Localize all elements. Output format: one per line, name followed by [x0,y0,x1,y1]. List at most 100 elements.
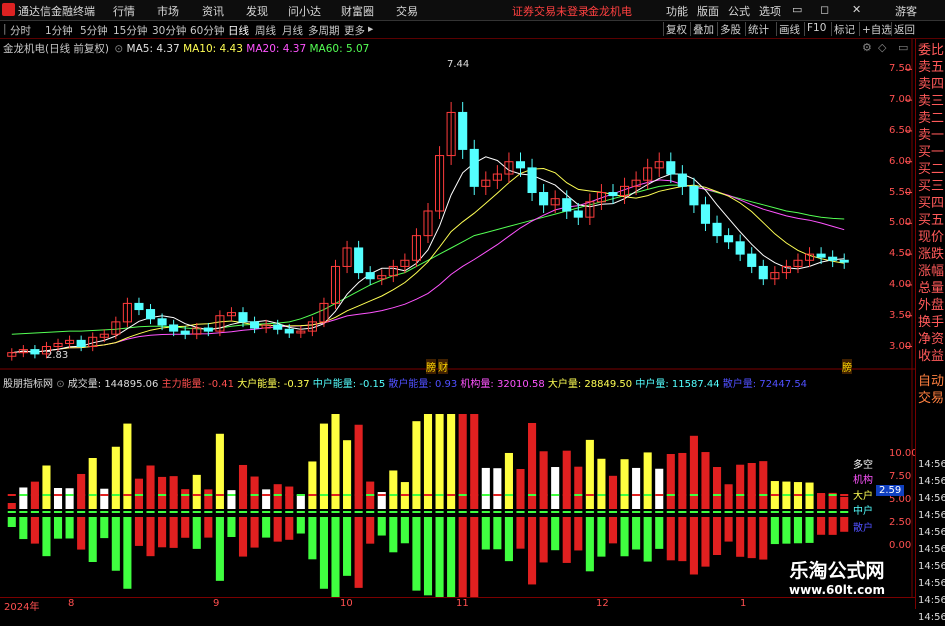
tool-back[interactable]: 返回 [891,22,917,36]
indicator-level-dash [551,511,560,513]
menu-function[interactable]: 功能 [666,3,688,19]
tool-add-watchlist[interactable]: +自选 [859,22,894,36]
quote-panel-label[interactable]: 交易 [918,391,944,407]
menu-item-trade[interactable]: 交易 [396,3,418,19]
period-1min[interactable]: 1分钟 [45,23,73,38]
quote-panel-label[interactable]: 买三 [918,179,944,195]
indicator-bar-lower [493,517,502,550]
indicator-bar-lower [308,517,317,560]
candle-body [666,161,676,175]
quote-panel-label[interactable]: 卖二 [918,111,944,127]
period-monthly[interactable]: 月线 [282,23,303,38]
indicator-level-dash [123,511,132,513]
period-weekly[interactable]: 周线 [255,23,276,38]
menu-item-news[interactable]: 资讯 [202,3,224,19]
period-more-chevron-icon[interactable]: ▸ [368,23,373,35]
quote-panel-label[interactable]: 买二 [918,162,944,178]
indicator-bar-lower [712,517,722,555]
chart-gear-icon[interactable]: ⚙ [862,41,872,54]
trade-login-notice[interactable]: 证券交易未登录 [512,3,589,19]
indicator-level-dash [181,494,190,496]
menu-item-wealth[interactable]: 财富圈 [341,3,374,19]
tool-stats[interactable]: 统计 [745,22,771,36]
period-60min[interactable]: 60分钟 [190,23,224,38]
indicator-bar-lower [262,517,271,538]
window-minimize-icon[interactable]: ▭ [792,3,802,16]
period-5min[interactable]: 5分钟 [80,23,108,38]
period-multi[interactable]: 多周期 [308,23,340,38]
tool-adjust[interactable]: 复权 [663,22,689,36]
quote-panel-label[interactable]: 自动 [918,374,944,390]
indicator-bar-upper [227,490,236,509]
indicator-level-dash [562,494,571,496]
quote-panel-label[interactable]: 卖四 [918,77,944,93]
menu-item-ask[interactable]: 问小达 [288,3,321,19]
quote-panel-label[interactable]: 卖五 [918,60,944,76]
event-marker-1[interactable]: 膀 [426,359,436,374]
quote-panel-label[interactable]: 总量 [918,281,944,297]
tool-overlay[interactable]: 叠加 [690,22,716,36]
tool-f10[interactable]: F10 [804,22,828,36]
indicator-bar-upper [632,467,641,509]
quote-panel-label[interactable]: 买四 [918,196,944,212]
indicator-settings-icon[interactable]: ⊙ [56,379,64,390]
indicator-level-dash [539,511,548,513]
menu-item-discover[interactable]: 发现 [246,3,268,19]
quote-panel-label[interactable]: 净资 [918,332,944,348]
quote-panel-label[interactable]: 收益 [918,349,944,365]
indicator-bar-lower [620,517,629,557]
indicator-mid-label: 中户 [853,506,873,517]
period-30min[interactable]: 30分钟 [152,23,186,38]
quote-panel-label[interactable]: 现价 [918,230,944,246]
quote-panel-label[interactable]: 委比 [918,43,944,59]
period-intraday[interactable]: 分时 [10,23,31,38]
indicator-bar-lower [42,517,51,557]
candle-body [839,259,849,263]
indicator-bar-lower [574,517,583,551]
quote-panel-label[interactable]: 买一 [918,145,944,161]
menu-item-market[interactable]: 市场 [157,3,179,19]
quote-panel-label[interactable]: 卖一 [918,128,944,144]
indicator-bar-upper [678,452,687,509]
indicator-bar-upper [88,458,97,509]
indicator-bar-upper [516,469,525,509]
quote-panel-label[interactable]: 涨幅 [918,264,944,280]
window-restore-icon[interactable]: ◻ [820,3,829,16]
quote-panel-label[interactable]: 买五 [918,213,944,229]
tool-mark[interactable]: 标记 [831,22,857,36]
date-tick-year: 2024年 [4,602,40,613]
quote-panel-label[interactable]: 涨跌 [918,247,944,263]
indicator-bar-lower [181,517,190,538]
user-guest[interactable]: 游客 [895,3,917,19]
menu-formula[interactable]: 公式 [728,3,750,19]
indicator-bar-lower [123,517,132,589]
period-daily[interactable]: 日线 [228,23,249,38]
indicator-bar-upper [158,476,167,509]
tool-multi-stock[interactable]: 多股 [717,22,743,36]
indicator-bar-upper [169,476,178,509]
period-15min[interactable]: 15分钟 [113,23,147,38]
indicator-level-dash [551,494,560,496]
indicator-bar-upper [689,435,698,509]
quote-panel-label[interactable]: 卖三 [918,94,944,110]
indicator-level-dash [273,511,282,513]
menu-item-quotes[interactable]: 行情 [113,3,135,19]
indicator-level-dash [724,511,733,513]
window-close-icon[interactable]: ✕ [852,3,861,16]
event-marker-2[interactable]: 财 [438,359,448,374]
price-tick-label: 6.50 [889,124,912,136]
quote-panel-label[interactable]: 外盘 [918,298,944,314]
period-more[interactable]: 更多 [344,23,365,38]
tool-draw[interactable]: 画线 [776,22,802,36]
quote-panel-label[interactable]: 换手 [918,315,944,331]
date-tick-aug: 8 [68,598,75,609]
price-tick-label: 3.00 [889,340,912,352]
chart-settings-icon[interactable]: ⊙ [114,43,123,55]
indicator-level-dash [516,494,525,496]
chart-area[interactable] [0,39,915,597]
chart-minimize-icon[interactable]: ▭ [898,41,908,54]
menu-layout[interactable]: 版面 [697,3,719,19]
event-marker-3[interactable]: 膀 [842,359,852,374]
chart-expand-icon[interactable]: ◇ [878,41,886,54]
menu-options[interactable]: 选项 [759,3,781,19]
